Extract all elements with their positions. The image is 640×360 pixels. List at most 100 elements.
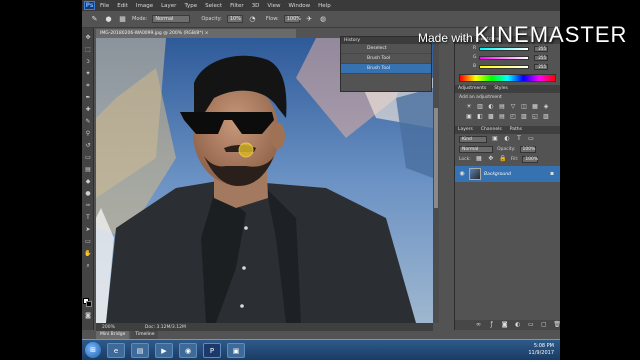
tab-styles[interactable]: Styles [494, 85, 508, 93]
quick-select-tool-icon[interactable]: ✦ [84, 70, 92, 78]
brush-panel-icon[interactable]: ▦ [118, 15, 127, 24]
curves-icon[interactable]: ◐ [487, 103, 495, 111]
photoshop-task-icon[interactable]: P [203, 342, 221, 358]
airbrush-icon[interactable]: ✈ [305, 15, 314, 24]
menu-view[interactable]: View [267, 3, 280, 9]
visibility-eye-icon[interactable]: ◉ [458, 170, 466, 178]
type-tool-icon[interactable]: T [84, 214, 92, 222]
menu-layer[interactable]: Layer [161, 3, 176, 9]
vibrance-icon[interactable]: ▽ [509, 103, 517, 111]
media-player-icon[interactable]: ▶ [155, 342, 173, 358]
browser-icon[interactable]: ◉ [179, 342, 197, 358]
blue-slider[interactable]: B 255 [455, 62, 560, 71]
layer-opacity-field[interactable]: 100% [519, 145, 536, 153]
document-tab[interactable]: IMG-20180206-WA0099.jpg @ 200% (RGB/8*) … [96, 29, 296, 38]
tab-adjustments[interactable]: Adjustments [458, 85, 486, 93]
black-white-icon[interactable]: ◈ [542, 103, 550, 111]
add-mask-icon[interactable]: ◙ [501, 321, 508, 329]
green-track[interactable] [479, 55, 529, 60]
quick-mask-icon[interactable]: ◙ [84, 312, 92, 320]
eyedropper-tool-icon[interactable]: ✒ [84, 94, 92, 102]
system-clock[interactable]: 5:08 PM 11/9/2017 [528, 343, 554, 357]
clone-stamp-tool-icon[interactable]: ⚲ [84, 130, 92, 138]
menu-select[interactable]: Select [205, 3, 222, 9]
layer-kind-filter[interactable]: Kind [459, 135, 487, 143]
photo-filter-icon[interactable]: ▣ [465, 113, 473, 121]
green-slider[interactable]: G 255 [455, 53, 560, 62]
lock-pixels-icon[interactable]: ▦ [475, 155, 483, 163]
path-select-tool-icon[interactable]: ➤ [84, 226, 92, 234]
menu-edit[interactable]: Edit [117, 3, 128, 9]
color-lookup-icon[interactable]: ▩ [487, 113, 495, 121]
tab-channels[interactable]: Channels [481, 126, 502, 134]
explorer-icon[interactable]: ▤ [131, 342, 149, 358]
menu-filter[interactable]: Filter [230, 3, 244, 9]
green-value[interactable]: 255 [534, 54, 548, 61]
brush-tool-icon[interactable]: ✎ [90, 15, 99, 24]
hand-tool-icon[interactable]: ✋ [84, 250, 92, 258]
hue-saturation-icon[interactable]: ◫ [520, 103, 528, 111]
move-tool-icon[interactable]: ✥ [84, 34, 92, 42]
eraser-tool-icon[interactable]: ▭ [84, 154, 92, 162]
vertical-scrollbar[interactable] [433, 38, 439, 323]
layer-name[interactable]: Background [484, 172, 511, 177]
background-color-swatch[interactable] [86, 301, 92, 307]
delete-layer-icon[interactable]: 🗑 [553, 321, 560, 329]
adjustment-layer-icon[interactable]: ◐ [514, 321, 521, 329]
menu-file[interactable]: File [100, 3, 109, 9]
layer-background[interactable]: ◉ Background ▪ [455, 166, 560, 182]
start-button[interactable]: ⊞ [85, 342, 101, 358]
blend-mode-select[interactable]: Normal [459, 145, 493, 153]
shape-tool-icon[interactable]: ▭ [84, 238, 92, 246]
selective-color-icon[interactable]: ▧ [542, 113, 550, 121]
gradient-map-icon[interactable]: ◱ [531, 113, 539, 121]
tab-paths[interactable]: Paths [510, 126, 522, 134]
tab-timeline[interactable]: Timeline [131, 331, 159, 339]
zoom-tool-icon[interactable]: ⌕ [84, 262, 92, 270]
new-group-icon[interactable]: ▭ [527, 321, 534, 329]
fill-field[interactable]: 100% [522, 155, 539, 163]
flow-field[interactable]: 100% [283, 15, 301, 23]
brush-tool-icon[interactable]: ✎ [84, 118, 92, 126]
menu-help[interactable]: Help [318, 3, 331, 9]
crop-tool-icon[interactable]: ⌗ [84, 82, 92, 90]
lock-all-icon[interactable]: 🔒 [499, 155, 507, 163]
threshold-icon[interactable]: ▨ [520, 113, 528, 121]
pressure-opacity-icon[interactable]: ◔ [248, 15, 257, 24]
menu-image[interactable]: Image [136, 3, 153, 9]
ie-icon[interactable]: e [107, 342, 125, 358]
brightness-icon[interactable]: ☀ [465, 103, 473, 111]
color-balance-icon[interactable]: ▦ [531, 103, 539, 111]
blur-tool-icon[interactable]: ◆ [84, 178, 92, 186]
gradient-tool-icon[interactable]: ▤ [84, 166, 92, 174]
posterize-icon[interactable]: ◰ [509, 113, 517, 121]
opacity-field[interactable]: 10% [226, 15, 243, 23]
brush-preset-icon[interactable]: ● [104, 15, 113, 24]
tab-layers[interactable]: Layers [458, 126, 473, 134]
blue-value[interactable]: 255 [534, 63, 548, 70]
filter-shape-icon[interactable]: ▭ [527, 135, 535, 143]
filter-type-icon[interactable]: T [515, 135, 523, 143]
color-spectrum[interactable] [459, 74, 556, 82]
marquee-tool-icon[interactable]: ⬚ [84, 46, 92, 54]
healing-tool-icon[interactable]: ✚ [84, 106, 92, 114]
history-item-selected[interactable]: Brush Tool [341, 64, 431, 74]
zoom-level[interactable]: 200% [102, 325, 115, 330]
blue-track[interactable] [479, 64, 529, 69]
history-item[interactable]: Brush Tool [341, 54, 431, 64]
pressure-size-icon[interactable]: ◍ [319, 15, 328, 24]
lock-position-icon[interactable]: ✥ [487, 155, 495, 163]
link-layers-icon[interactable]: ∞ [475, 321, 482, 329]
invert-icon[interactable]: ▤ [498, 113, 506, 121]
exposure-icon[interactable]: ▤ [498, 103, 506, 111]
scrollbar-thumb[interactable] [434, 108, 438, 208]
channel-mixer-icon[interactable]: ◧ [476, 113, 484, 121]
fx-icon[interactable]: ƒ [488, 321, 495, 329]
menu-3d[interactable]: 3D [252, 3, 260, 9]
dodge-tool-icon[interactable]: ● [84, 190, 92, 198]
tab-mini-bridge[interactable]: Mini Bridge [96, 331, 130, 339]
filter-adjust-icon[interactable]: ◐ [503, 135, 511, 143]
menu-window[interactable]: Window [288, 3, 310, 9]
history-brush-tool-icon[interactable]: ↺ [84, 142, 92, 150]
app-task-icon[interactable]: ▣ [227, 342, 245, 358]
